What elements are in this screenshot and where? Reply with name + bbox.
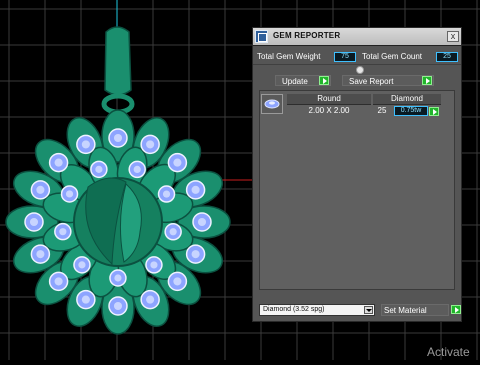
gem-highlight (54, 158, 63, 167)
gem-highlight (133, 165, 141, 173)
gem-highlight (169, 228, 177, 236)
gem-count: 25 (377, 106, 387, 115)
gem-highlight (78, 261, 86, 269)
update-label: Update (282, 77, 308, 86)
save-report-label: Save Report (349, 77, 394, 86)
title-bar[interactable]: GEM REPORTER x (253, 28, 461, 46)
gem-highlight (114, 274, 122, 282)
gem-weight: 0.75tw (394, 106, 428, 116)
gem-highlight (173, 277, 182, 286)
app-icon (255, 30, 268, 43)
gem-reporter-panel: GEM REPORTER x Total Gem Weight 75 Total… (252, 27, 462, 322)
gem-highlight (146, 140, 155, 149)
slider-knob[interactable] (356, 66, 364, 74)
gem-highlight (81, 140, 90, 149)
material-select[interactable]: Diamond (3.52 spg) (259, 304, 375, 316)
update-button[interactable]: Update (275, 75, 331, 86)
row-action-arrow-icon[interactable] (429, 107, 439, 116)
gem-thumbnail[interactable] (261, 94, 283, 114)
total-count-label: Total Gem Count (362, 52, 423, 61)
close-button[interactable]: x (447, 31, 459, 42)
gem-highlight (191, 250, 200, 259)
gem-highlight (65, 190, 74, 198)
gem-highlight (113, 133, 123, 143)
gem-highlight (59, 228, 67, 236)
gem-highlight (81, 295, 90, 304)
gem-highlight (95, 165, 103, 173)
gem-highlight (113, 301, 123, 311)
shape-column-header: Round (287, 94, 371, 105)
window-title: GEM REPORTER (273, 31, 341, 40)
play-arrow-icon (319, 76, 329, 85)
activate-watermark: Activate (427, 345, 470, 359)
material-column-header: Diamond (373, 94, 441, 105)
gem-highlight (191, 185, 200, 194)
gem-highlight (54, 277, 63, 286)
gem-size: 2.00 X 2.00 (308, 106, 350, 115)
gem-highlight (150, 261, 158, 269)
gem-highlight (197, 217, 207, 227)
gem-highlight (36, 185, 45, 194)
gem-highlight (36, 250, 45, 259)
total-count-value: 25 (436, 52, 458, 62)
chevron-down-icon (364, 306, 373, 314)
gem-highlight (29, 217, 39, 227)
total-weight-label: Total Gem Weight (257, 52, 321, 61)
gem-list: Round Diamond 2.00 X 2.00 25 0.75tw (259, 90, 455, 290)
gem-highlight (162, 190, 171, 198)
save-report-button[interactable]: Save Report (342, 75, 434, 86)
play-arrow-icon (422, 76, 432, 85)
set-material-label: Set Material (384, 306, 427, 315)
gem-highlight (173, 158, 182, 167)
total-weight-value: 75 (334, 52, 356, 62)
gem-highlight (146, 295, 155, 304)
play-arrow-icon[interactable] (451, 305, 461, 314)
material-select-value: Diamond (3.52 spg) (263, 306, 325, 313)
pendant-bail (104, 26, 132, 96)
set-material-button[interactable]: Set Material (381, 304, 449, 316)
diamond-icon (264, 99, 280, 109)
divider (253, 64, 461, 65)
